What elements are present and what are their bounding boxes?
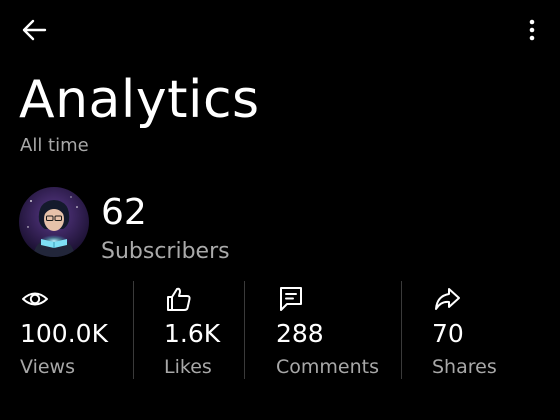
comment-icon — [280, 287, 302, 311]
stat-label: Views — [20, 356, 75, 378]
stat-divider — [133, 281, 134, 379]
stat-label: Comments — [276, 356, 379, 378]
eye-icon — [22, 292, 48, 306]
stat-value: 70 — [432, 319, 464, 348]
page-title: Analytics — [19, 70, 260, 130]
stat-value: 1.6K — [164, 319, 221, 348]
top-bar — [0, 0, 560, 58]
stat-label: Likes — [164, 356, 212, 378]
stat-divider — [401, 281, 402, 379]
arrow-left-icon — [22, 19, 47, 41]
stats-row: 100.0K Views 1.6K Likes 288 Comments 70 … — [0, 280, 560, 380]
stat-divider — [244, 281, 245, 379]
period-label: All time — [20, 135, 89, 156]
stat-label: Shares — [432, 356, 497, 378]
more-vert-icon — [529, 19, 535, 41]
subscriber-label: Subscribers — [101, 239, 230, 264]
subscriber-count: 62 — [101, 192, 147, 233]
share-icon — [435, 288, 460, 310]
more-options-button[interactable] — [516, 12, 548, 48]
avatar[interactable] — [19, 187, 89, 257]
stat-value: 288 — [276, 319, 324, 348]
thumbs-up-icon — [167, 287, 191, 311]
stat-value: 100.0K — [20, 319, 108, 348]
back-button[interactable] — [14, 12, 54, 48]
